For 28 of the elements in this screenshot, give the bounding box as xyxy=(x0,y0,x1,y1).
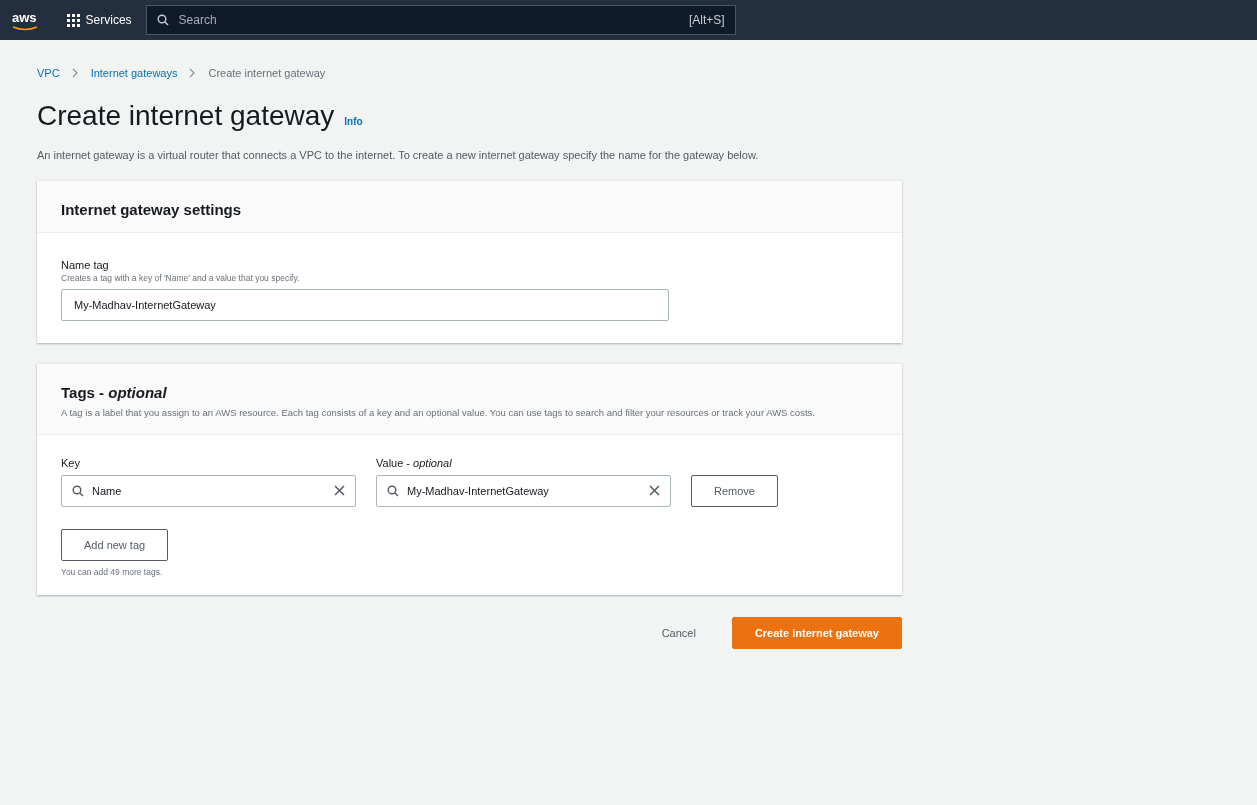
field-label: Key xyxy=(61,457,81,469)
clear-icon[interactable] xyxy=(334,485,345,496)
info-link[interactable]: Info xyxy=(344,116,363,127)
services-button[interactable]: Services xyxy=(66,13,132,27)
tag-limit-note: You can add 49 more tags. xyxy=(61,567,164,577)
chevron-right-icon xyxy=(189,68,197,78)
value-field[interactable]: My-Madhav-InternetGateway xyxy=(376,475,671,507)
cancel-button[interactable]: Cancel xyxy=(655,626,702,640)
shortcut-hint: [Alt+S] xyxy=(688,13,725,27)
key-field[interactable]: Name xyxy=(61,475,356,507)
breadcrumb-link[interactable]: Internet gateways xyxy=(90,67,178,79)
field-hint: Creates a tag with a key of 'Name' and a value that you specify. xyxy=(61,273,301,283)
section-description: A tag is a label that you assign to an AWS resource. Each tag consists of a key and an optional value. You can use tags to search and filter your resources or track your AWS costs. xyxy=(61,406,816,420)
aws-logo[interactable]: aws xyxy=(12,9,37,31)
grid-icon xyxy=(66,13,80,27)
section-heading: Internet gateway settings xyxy=(61,201,243,218)
field-label: Value - optional xyxy=(376,457,452,469)
breadcrumb-link[interactable]: VPC xyxy=(37,67,60,79)
remove-button[interactable]: Remove xyxy=(691,475,778,507)
name-tag-field[interactable]: My-Madhav-InternetGateway xyxy=(61,289,669,321)
field-label: Name tag xyxy=(61,259,110,271)
clear-icon[interactable] xyxy=(649,485,660,496)
breadcrumb-current: Create internet gateway xyxy=(208,67,326,79)
page-description: An internet gateway is a virtual router that connects a VPC to the internet. To create a new internet gateway specify the name for the gateway below. xyxy=(37,148,760,162)
section-heading: Tags - optional xyxy=(61,384,168,401)
chevron-right-icon xyxy=(71,68,79,78)
page-title: Create internet gateway xyxy=(37,100,335,132)
add-tag-button[interactable]: Add new tag xyxy=(61,529,169,561)
